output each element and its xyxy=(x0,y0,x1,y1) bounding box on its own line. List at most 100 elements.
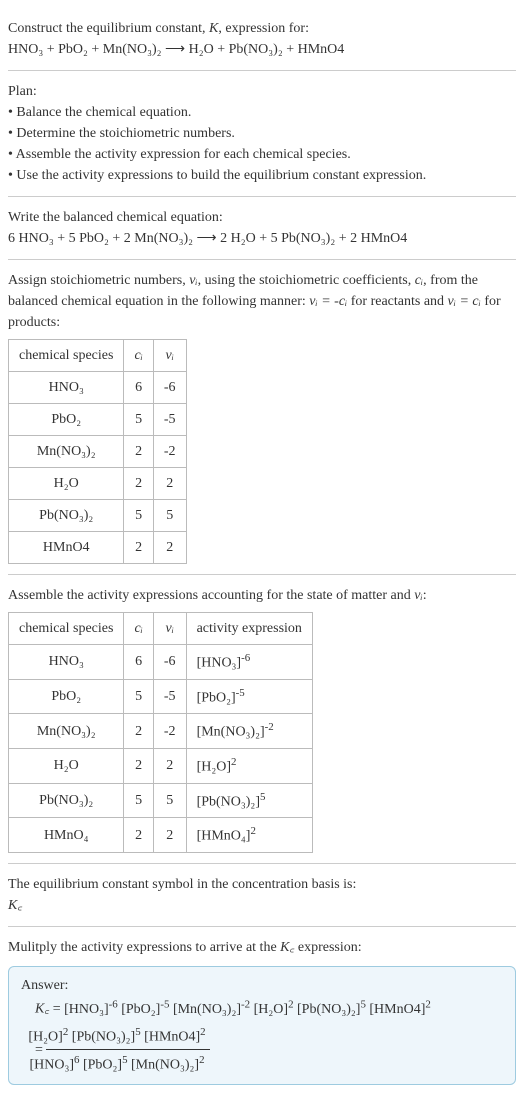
cell-activity: [Pb(NO₃)₂]5 xyxy=(186,783,312,818)
cell-ci: 2 xyxy=(124,468,153,500)
cell-ci: 2 xyxy=(124,818,153,853)
table-row: Pb(NO₃)₂55[Pb(NO₃)₂]5 xyxy=(9,783,313,818)
assemble-heading: Assemble the activity expressions accoun… xyxy=(8,585,516,606)
cell-species: HMnO4 xyxy=(9,532,124,564)
cell-ci: 6 xyxy=(124,645,153,680)
plan-section: Plan: • Balance the chemical equation. •… xyxy=(8,71,516,197)
table-row: HMnO₄22[HMnO₄]2 xyxy=(9,818,313,853)
th-activity: activity expression xyxy=(186,613,312,645)
cell-nu: 2 xyxy=(153,818,186,853)
assign-text-d: for reactants and xyxy=(347,294,447,309)
cell-species: Mn(NO₃)₂ xyxy=(9,714,124,749)
plan-heading: Plan: xyxy=(8,81,516,102)
table-header-row: chemical species cᵢ νᵢ activity expressi… xyxy=(9,613,313,645)
assign-rel2: νᵢ = cᵢ xyxy=(448,294,481,309)
assign-text: Assign stoichiometric numbers, νᵢ, using… xyxy=(8,270,516,333)
balanced-section: Write the balanced chemical equation: 6 … xyxy=(8,197,516,260)
cell-nu: -2 xyxy=(153,714,186,749)
cell-species: PbO₂ xyxy=(9,404,124,436)
cell-species: HNO₃ xyxy=(9,645,124,680)
assign-text-a: Assign stoichiometric numbers, xyxy=(8,273,189,288)
symbol-line: The equilibrium constant symbol in the c… xyxy=(8,874,516,895)
intro-equation: HNO₃ + PbO₂ + Mn(NO₃)₂ ⟶ H₂O + Pb(NO₃)₂ … xyxy=(8,39,516,60)
assemble-heading-a: Assemble the activity expressions accoun… xyxy=(8,588,414,603)
cell-nu: 2 xyxy=(153,532,186,564)
cell-ci: 2 xyxy=(124,748,153,783)
assign-ci: cᵢ xyxy=(415,273,423,288)
cell-ci: 5 xyxy=(124,783,153,818)
fraction-numerator: [H₂O]2 [Pb(NO₃)₂]5 [HMnO4]2 xyxy=(46,1024,209,1051)
answer-box: Answer: K꜀ = [HNO₃]-6 [PbO₂]-5 [Mn(NO₃)₂… xyxy=(8,966,516,1085)
cell-species: PbO₂ xyxy=(9,679,124,714)
cell-nu: 2 xyxy=(153,468,186,500)
equals-sign: = xyxy=(53,1002,64,1017)
assign-text-b: , using the stoichiometric coefficients, xyxy=(198,273,415,288)
assemble-nu: νᵢ xyxy=(414,588,422,603)
cell-species: HMnO₄ xyxy=(9,818,124,853)
cell-species: HNO₃ xyxy=(9,372,124,404)
intro-line1b: , expression for: xyxy=(218,21,309,36)
answer-kc: K꜀ xyxy=(35,1002,49,1017)
answer-eq-frac: = [H₂O]2 [Pb(NO₃)₂]5 [HMnO4]2 [HNO₃]6 [P… xyxy=(57,1024,503,1076)
multiply-line-a: Mulitply the activity expressions to arr… xyxy=(8,940,280,955)
multiply-line-b: expression: xyxy=(294,940,361,955)
cell-nu: -5 xyxy=(153,679,186,714)
table-row: HNO₃6-6[HNO₃]-6 xyxy=(9,645,313,680)
th-ci: cᵢ xyxy=(124,340,153,372)
table-row: Pb(NO₃)₂55 xyxy=(9,500,187,532)
cell-activity: [Mn(NO₃)₂]-2 xyxy=(186,714,312,749)
cell-activity: [HNO₃]-6 xyxy=(186,645,312,680)
cell-ci: 5 xyxy=(124,500,153,532)
fraction-denominator: [HNO₃]6 [PbO₂]5 [Mn(NO₃)₂]2 xyxy=(46,1050,209,1076)
cell-activity: [HMnO₄]2 xyxy=(186,818,312,853)
assign-rel1: νᵢ = -cᵢ xyxy=(309,294,347,309)
table-row: HNO₃6-6 xyxy=(9,372,187,404)
answer-eq-flat: K꜀ = [HNO₃]-6 [PbO₂]-5 [Mn(NO₃)₂]-2 [H₂O… xyxy=(57,996,503,1020)
plan-bullet-4: • Use the activity expressions to build … xyxy=(8,165,516,186)
cell-ci: 5 xyxy=(124,404,153,436)
cell-nu: 5 xyxy=(153,783,186,818)
fraction: [H₂O]2 [Pb(NO₃)₂]5 [HMnO4]2 [HNO₃]6 [PbO… xyxy=(46,1024,209,1076)
cell-nu: -6 xyxy=(153,372,186,404)
cell-species: Pb(NO₃)₂ xyxy=(9,783,124,818)
assemble-heading-b: : xyxy=(423,588,427,603)
cell-activity: [PbO₂]-5 xyxy=(186,679,312,714)
intro-section: Construct the equilibrium constant, K, e… xyxy=(8,8,516,71)
table-row: PbO₂5-5[PbO₂]-5 xyxy=(9,679,313,714)
th-nu: νᵢ xyxy=(153,613,186,645)
symbol-section: The equilibrium constant symbol in the c… xyxy=(8,864,516,927)
cell-nu: -6 xyxy=(153,645,186,680)
plan-bullet-3: • Assemble the activity expression for e… xyxy=(8,144,516,165)
intro-text: Construct the equilibrium constant, K, e… xyxy=(8,18,516,39)
cell-ci: 2 xyxy=(124,532,153,564)
table-row: H₂O22 xyxy=(9,468,187,500)
th-ci: cᵢ xyxy=(124,613,153,645)
table-row: PbO₂5-5 xyxy=(9,404,187,436)
cell-nu: 5 xyxy=(153,500,186,532)
table-row: Mn(NO₃)₂2-2[Mn(NO₃)₂]-2 xyxy=(9,714,313,749)
cell-ci: 2 xyxy=(124,714,153,749)
cell-activity: [H₂O]2 xyxy=(186,748,312,783)
cell-species: Mn(NO₃)₂ xyxy=(9,436,124,468)
th-species: chemical species xyxy=(9,340,124,372)
assemble-section: Assemble the activity expressions accoun… xyxy=(8,575,516,864)
multiply-kc: K꜀ xyxy=(280,940,294,955)
cell-species: Pb(NO₃)₂ xyxy=(9,500,124,532)
th-species: chemical species xyxy=(9,613,124,645)
answer-label: Answer: xyxy=(21,975,503,996)
assign-section: Assign stoichiometric numbers, νᵢ , using… xyxy=(8,260,516,575)
assign-table: chemical species cᵢ νᵢ HNO₃6-6PbO₂5-5Mn(… xyxy=(8,339,187,564)
cell-nu: -2 xyxy=(153,436,186,468)
balanced-heading: Write the balanced chemical equation: xyxy=(8,207,516,228)
assemble-table: chemical species cᵢ νᵢ activity expressi… xyxy=(8,612,313,853)
balanced-equation: 6 HNO₃ + 5 PbO₂ + 2 Mn(NO₃)₂ ⟶ 2 H₂O + 5… xyxy=(8,228,516,249)
table-row: H₂O22[H₂O]2 xyxy=(9,748,313,783)
th-nu: νᵢ xyxy=(153,340,186,372)
table-header-row: chemical species cᵢ νᵢ xyxy=(9,340,187,372)
intro-K: K xyxy=(209,21,218,36)
cell-ci: 2 xyxy=(124,436,153,468)
cell-species: H₂O xyxy=(9,468,124,500)
plan-bullet-1: • Balance the chemical equation. xyxy=(8,102,516,123)
table-row: Mn(NO₃)₂2-2 xyxy=(9,436,187,468)
symbol-kc: K꜀ xyxy=(8,895,516,916)
